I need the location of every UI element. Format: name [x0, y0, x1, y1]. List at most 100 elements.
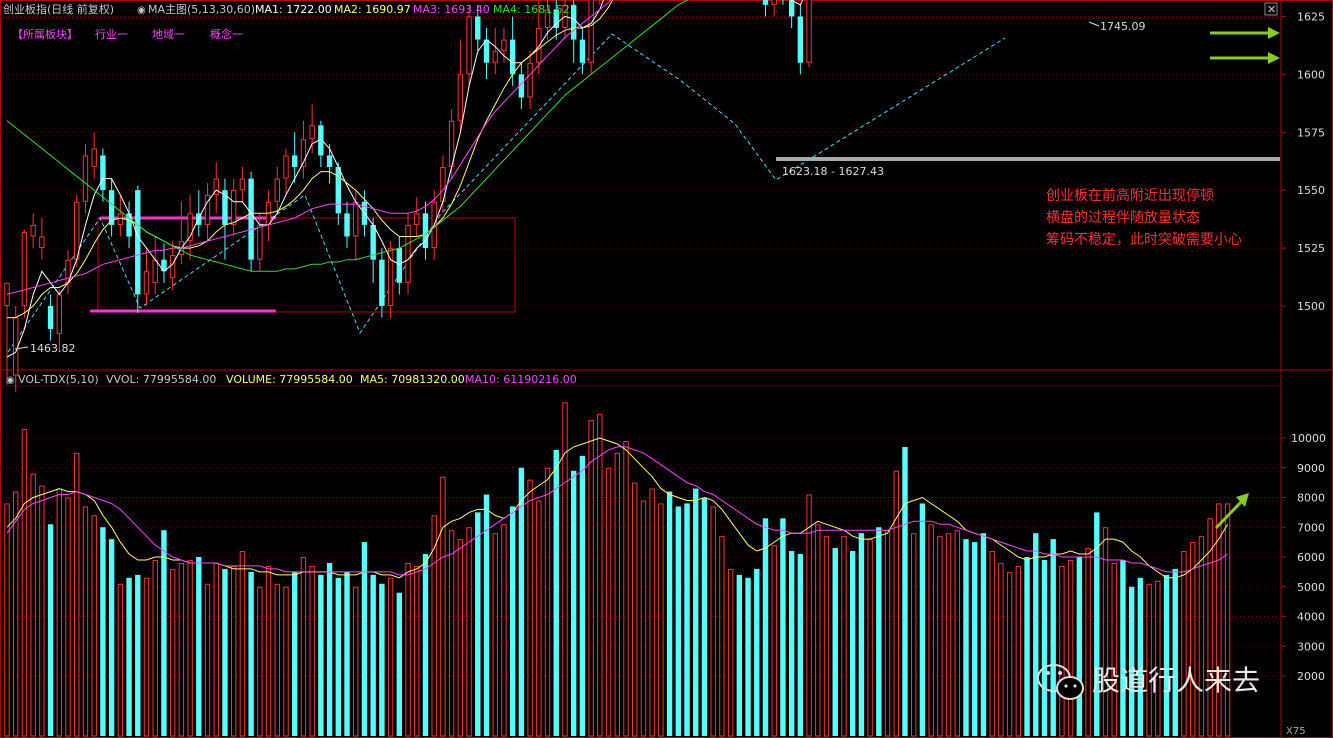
volume-ma-line-ma10 [6, 446, 1228, 576]
volume-bar [632, 482, 638, 737]
candle-body [475, 16, 481, 40]
candle-body [47, 306, 54, 330]
volume-bar [344, 571, 350, 736]
settings-icon[interactable]: ◉ [137, 5, 146, 16]
candle [108, 178, 115, 237]
volume-bar [701, 497, 708, 736]
tab-industry[interactable]: 行业一 [95, 28, 128, 41]
annotation-line-3: 筹码不稳定，此时突破需要小心 [1046, 231, 1242, 248]
candle [30, 213, 36, 249]
price-tick-label: 1625 [1297, 10, 1325, 23]
volume-tick-label: 9000 [1297, 462, 1325, 475]
volume-bar [466, 527, 472, 737]
volume-bar [806, 494, 812, 737]
tab-sector[interactable]: 【所属板块】 [12, 27, 78, 41]
volume-bar [1181, 551, 1187, 737]
candle-body [806, 0, 812, 63]
high-marker: 1745.09 [1100, 20, 1146, 33]
candle-body [379, 259, 385, 306]
volume-ma-lines [6, 437, 1229, 579]
volume-bar [919, 503, 926, 736]
trend-zigzag [7, 33, 1006, 353]
volume-bar [169, 568, 176, 737]
volume-bar [143, 577, 150, 737]
volume-bar [274, 583, 280, 737]
candle-body [82, 155, 89, 202]
volume-bar [457, 539, 464, 737]
candle-body [797, 16, 804, 63]
volume-bar [117, 583, 124, 737]
volume-bar [126, 577, 132, 736]
volume-bar [623, 440, 629, 737]
candle-body [257, 224, 263, 260]
volume-bar [841, 536, 847, 737]
volume-bar [1146, 583, 1152, 737]
candle [213, 162, 219, 214]
volume-bar [292, 571, 298, 736]
volume-bar [1015, 565, 1022, 737]
volume-bar [1128, 586, 1135, 736]
volume-bar [893, 470, 899, 737]
candle [47, 294, 54, 341]
price-tick-label: 1550 [1297, 184, 1325, 197]
price-tick-label: 1525 [1297, 242, 1325, 255]
candle-body [239, 178, 246, 191]
stock-chart[interactable]: 150015251550157516001625165016751700 200… [0, 0, 1333, 738]
volume-bar [998, 562, 1004, 737]
candle [91, 132, 97, 179]
volume-bar [1224, 503, 1231, 737]
candle-body [501, 39, 507, 52]
volume-bar [1189, 542, 1196, 737]
candle [396, 236, 403, 295]
candle [65, 250, 71, 295]
volume-bar [326, 562, 333, 736]
volume-bar [911, 533, 917, 737]
indicator-name[interactable]: MA主图(5,13,30,60) [148, 3, 255, 16]
candle [771, 0, 777, 17]
volume-ma-line-ma5 [6, 437, 1229, 579]
volume-bar [1024, 557, 1030, 736]
volume-bar [675, 506, 682, 736]
price-tick-label: 1500 [1297, 300, 1325, 313]
vol-settings-icon[interactable]: ◉ [6, 375, 15, 386]
volume-bar [527, 479, 533, 737]
volume-bar [387, 577, 394, 737]
volume-bar [1041, 559, 1048, 736]
volume-tick-label: 10000 [1291, 432, 1326, 445]
tab-region[interactable]: 地域一 [152, 28, 185, 41]
close-icon[interactable]: ✕ [1267, 3, 1276, 16]
volume-label: VOLUME: 77995584.00 [226, 373, 353, 386]
candle-body [74, 201, 80, 260]
candle [379, 248, 385, 318]
candle-body [143, 271, 150, 295]
volume-bar [265, 565, 272, 737]
candle [318, 120, 324, 168]
candle [82, 143, 89, 214]
volume-tick-label: 6000 [1297, 551, 1325, 564]
candle [239, 167, 246, 202]
volume-bar [178, 562, 185, 737]
volume-bar [727, 568, 734, 737]
vvol-label: VVOL: 77995584.00 [106, 373, 216, 386]
volume-bar [815, 524, 821, 737]
volume-bar [1006, 571, 1013, 737]
volume-bar [475, 512, 481, 736]
vol-indicator-name[interactable]: VOL-TDX(5,10) [18, 373, 99, 386]
candle [762, 0, 769, 17]
candle-body [39, 236, 45, 249]
candle [527, 51, 533, 110]
annotation-line-2: 横盘的过程伴随放量状态 [1046, 209, 1200, 226]
volume-bar [379, 583, 385, 736]
candle-body [396, 248, 403, 283]
volume-tick-label: 3000 [1297, 640, 1325, 653]
candle-body [30, 224, 36, 237]
candle-body [788, 0, 795, 17]
tab-concept[interactable]: 概念一 [210, 27, 243, 41]
volume-bar [544, 467, 551, 737]
volume-bar [788, 551, 795, 736]
candle [230, 178, 237, 237]
volume-bar [239, 551, 246, 737]
volume-bar [492, 533, 498, 737]
candle [274, 167, 280, 214]
candle [300, 120, 307, 179]
